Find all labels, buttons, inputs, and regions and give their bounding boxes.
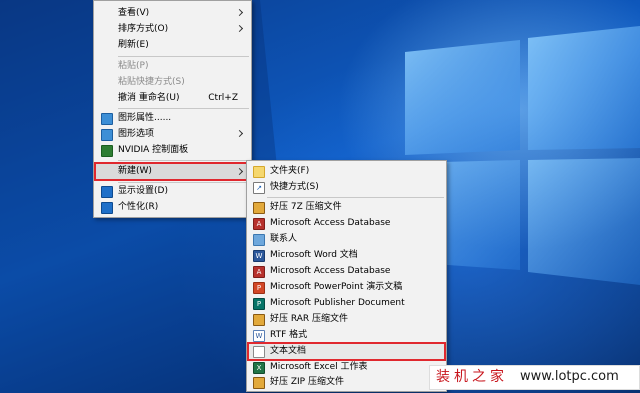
access-icon: A	[253, 266, 265, 278]
intel-graphics-icon	[101, 129, 113, 141]
submenu-item-label: 文件夹(F)	[270, 166, 310, 176]
watermark-url: www.lotpc.com	[520, 369, 619, 384]
menu-item-sort-by[interactable]: 排序方式(O)	[95, 22, 250, 37]
contact-icon	[253, 234, 265, 246]
site-watermark: 装机之家 www.lotpc.com	[429, 365, 640, 390]
shortcut-icon: ↗	[253, 182, 265, 194]
submenu-item-excel[interactable]: X Microsoft Excel 工作表	[248, 360, 445, 375]
display-icon	[101, 186, 113, 198]
text-document-icon	[253, 346, 265, 358]
submenu-item-zip-archive[interactable]: 好压 ZIP 压缩文件	[248, 375, 445, 390]
menu-item-graphics-properties[interactable]: 图形属性......	[95, 111, 250, 126]
menu-item-label: 新建(W)	[118, 166, 152, 176]
menu-item-label: 显示设置(D)	[118, 186, 168, 196]
menu-item-label: 图形属性......	[118, 113, 172, 123]
menu-separator	[118, 182, 249, 183]
rtf-icon: W	[253, 330, 265, 342]
menu-item-shortcut: Ctrl+Z	[208, 93, 238, 103]
submenu-item-rtf[interactable]: W RTF 格式	[248, 328, 445, 343]
submenu-item-label: 好压 RAR 压缩文件	[270, 314, 349, 324]
menu-separator	[118, 160, 249, 161]
submenu-item-label: RTF 格式	[270, 330, 308, 340]
submenu-item-folder[interactable]: 文件夹(F)	[248, 164, 445, 179]
submenu-item-label: 联系人	[270, 234, 298, 244]
archive-icon	[253, 202, 265, 214]
submenu-item-powerpoint[interactable]: P Microsoft PowerPoint 演示文稿	[248, 280, 445, 295]
menu-item-new[interactable]: 新建(W)	[94, 162, 251, 181]
nvidia-icon	[101, 145, 113, 157]
access-icon: A	[253, 218, 265, 230]
submenu-item-shortcut[interactable]: ↗ 快捷方式(S)	[248, 180, 445, 195]
submenu-item-text-document[interactable]: 文本文档	[247, 342, 446, 361]
personalize-icon	[101, 202, 113, 214]
menu-separator	[118, 56, 249, 57]
publisher-icon: P	[253, 298, 265, 310]
submenu-item-label: 好压 7Z 压缩文件	[270, 202, 342, 212]
submenu-item-access-database[interactable]: A Microsoft Access Database	[248, 216, 445, 231]
watermark-brand: 装机之家	[436, 369, 508, 385]
menu-item-label: 图形选项	[118, 129, 155, 139]
submenu-item-word-document[interactable]: W Microsoft Word 文档	[248, 248, 445, 263]
menu-item-refresh[interactable]: 刷新(E)	[95, 38, 250, 53]
folder-icon	[253, 166, 265, 178]
menu-item-paste-shortcut[interactable]: 粘贴快捷方式(S)	[95, 75, 250, 90]
chevron-right-icon	[235, 8, 244, 17]
menu-item-display-settings[interactable]: 显示设置(D)	[95, 184, 250, 199]
menu-item-view[interactable]: 查看(V)	[95, 6, 250, 21]
submenu-item-label: 好压 ZIP 压缩文件	[270, 377, 344, 387]
archive-icon	[253, 377, 265, 389]
desktop-context-menu: 查看(V) 排序方式(O) 刷新(E) 粘贴(P) 粘贴快捷方式(S) 撤消 重…	[93, 0, 252, 218]
powerpoint-icon: P	[253, 282, 265, 294]
menu-item-label: 粘贴(P)	[118, 61, 149, 71]
submenu-item-access-database-2[interactable]: A Microsoft Access Database	[248, 264, 445, 279]
menu-item-nvidia-control-panel[interactable]: NVIDIA 控制面板	[95, 143, 250, 158]
submenu-item-label: Microsoft Excel 工作表	[270, 362, 368, 372]
menu-item-label: 查看(V)	[118, 8, 150, 18]
excel-icon: X	[253, 362, 265, 374]
menu-item-label: 排序方式(O)	[118, 24, 169, 34]
submenu-item-label: 快捷方式(S)	[270, 182, 319, 192]
menu-separator	[118, 108, 249, 109]
submenu-item-label: 文本文档	[270, 346, 307, 356]
menu-item-label: 撤消 重命名(U)	[118, 93, 180, 103]
submenu-item-contact[interactable]: 联系人	[248, 232, 445, 247]
archive-icon	[253, 314, 265, 326]
submenu-item-label: Microsoft Access Database	[270, 266, 391, 276]
intel-graphics-icon	[101, 113, 113, 125]
submenu-item-7z-archive[interactable]: 好压 7Z 压缩文件	[248, 200, 445, 215]
menu-item-personalize[interactable]: 个性化(R)	[95, 200, 250, 215]
submenu-item-rar-archive[interactable]: 好压 RAR 压缩文件	[248, 312, 445, 327]
menu-separator	[267, 197, 444, 198]
word-icon: W	[253, 250, 265, 262]
submenu-item-publisher[interactable]: P Microsoft Publisher Document	[248, 296, 445, 311]
menu-item-undo-rename[interactable]: 撤消 重命名(U) Ctrl+Z	[95, 91, 250, 106]
submenu-item-label: Microsoft PowerPoint 演示文稿	[270, 282, 403, 292]
menu-item-label: 粘贴快捷方式(S)	[118, 77, 185, 87]
menu-item-graphics-options[interactable]: 图形选项	[95, 127, 250, 142]
chevron-right-icon	[235, 24, 244, 33]
submenu-item-label: Microsoft Access Database	[270, 218, 391, 228]
new-submenu: 文件夹(F) ↗ 快捷方式(S) 好压 7Z 压缩文件 A Microsoft …	[246, 160, 447, 392]
menu-item-paste[interactable]: 粘贴(P)	[95, 59, 250, 74]
submenu-item-label: Microsoft Publisher Document	[270, 298, 405, 308]
chevron-right-icon	[235, 167, 244, 176]
chevron-right-icon	[235, 129, 244, 138]
menu-item-label: 刷新(E)	[118, 40, 149, 50]
menu-item-label: NVIDIA 控制面板	[118, 145, 189, 155]
menu-item-label: 个性化(R)	[118, 202, 159, 212]
submenu-item-label: Microsoft Word 文档	[270, 250, 358, 260]
